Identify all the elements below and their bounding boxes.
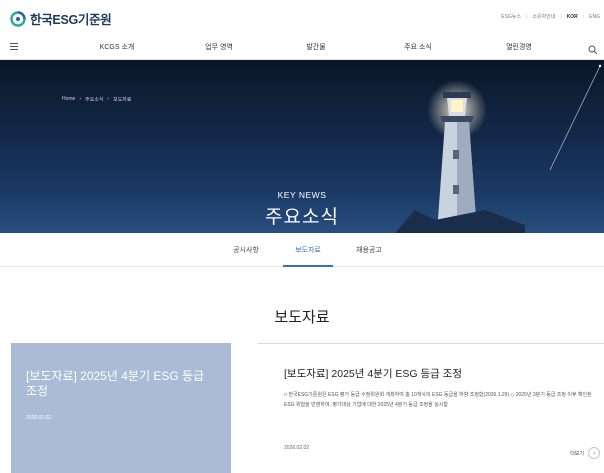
tab-press-releases[interactable]: 보도자료 (295, 245, 321, 255)
tab-notices[interactable]: 공시사항 (233, 245, 259, 255)
breadcrumb: Home › 주요소식 › 보도자료 (62, 96, 136, 103)
chevron-right-icon: › (588, 447, 600, 459)
util-separator: | (526, 13, 528, 20)
page-title: 보도자료 (274, 309, 330, 326)
util-link-esg-news[interactable]: ESG뉴스 (501, 13, 521, 20)
util-separator: / (582, 13, 585, 20)
nav-item-business[interactable]: 업무 영역 (205, 42, 233, 52)
util-separator: | (560, 13, 562, 20)
breadcrumb-separator: › (107, 96, 110, 102)
lang-kor[interactable]: KOR (567, 14, 578, 20)
hero-title: 주요소식 (265, 207, 339, 228)
hamburger-menu-icon[interactable] (10, 43, 18, 50)
active-tab-indicator (283, 265, 333, 267)
more-button-label: 더보기 (570, 450, 584, 457)
logo-text: 한국ESG기준원 (30, 13, 112, 27)
lang-eng[interactable]: ENG (589, 14, 600, 20)
hero-kicker: KEY NEWS (277, 190, 327, 200)
press-article: [보도자료] 2025년 4분기 ESG 등급 조정 □ 한국ESG기준원은 E… (258, 343, 604, 473)
shooting-star-decoration (549, 64, 602, 171)
featured-card-title: [보도자료] 2025년 4분기 ESG 등급 조정 (26, 369, 205, 398)
tab-recruitment[interactable]: 채용공고 (356, 245, 382, 255)
featured-press-card[interactable]: [보도자료] 2025년 4분기 ESG 등급 조정 2026.02.02 (11, 343, 231, 473)
nav-item-publications[interactable]: 발간물 (306, 42, 325, 52)
article-date: 2026.02.02 (284, 445, 310, 451)
nav-item-news[interactable]: 주요 소식 (404, 42, 432, 52)
logo-icon (10, 10, 26, 27)
more-button[interactable]: 더보기 › (570, 447, 600, 459)
breadcrumb-separator: › (79, 96, 82, 102)
breadcrumb-news[interactable]: 주요소식 (85, 96, 103, 103)
nav-item-open-management[interactable]: 열린경영 (506, 42, 532, 52)
main-nav: KCGS 소개 업무 영역 발간물 주요 소식 열린경영 (0, 34, 604, 60)
hero-banner: Home › 주요소식 › 보도자료 KEY NEWS 주요소식 (0, 60, 604, 233)
article-title[interactable]: [보도자료] 2025년 4분기 ESG 등급 조정 (284, 366, 462, 381)
top-bar: 한국ESG기준원 ESG뉴스 | 소유자안내 | KOR / ENG (0, 0, 604, 34)
featured-card-date: 2026.02.02 (26, 415, 52, 421)
nav-item-about[interactable]: KCGS 소개 (100, 42, 135, 52)
breadcrumb-home[interactable]: Home (62, 96, 75, 103)
article-summary: □ 한국ESG기준원은 ESG 평가 등급 수정위원회 개최하여 총 10개사의… (284, 392, 592, 408)
util-link-holder-guide[interactable]: 소유자안내 (532, 13, 555, 20)
sub-tabs: 공시사항 보도자료 채용공고 (0, 233, 604, 267)
utility-links: ESG뉴스 | 소유자안내 | KOR / ENG (496, 13, 600, 21)
breadcrumb-press: 보도자료 (113, 97, 132, 103)
search-icon[interactable] (588, 42, 598, 55)
logo[interactable]: 한국ESG기준원 (10, 9, 112, 28)
